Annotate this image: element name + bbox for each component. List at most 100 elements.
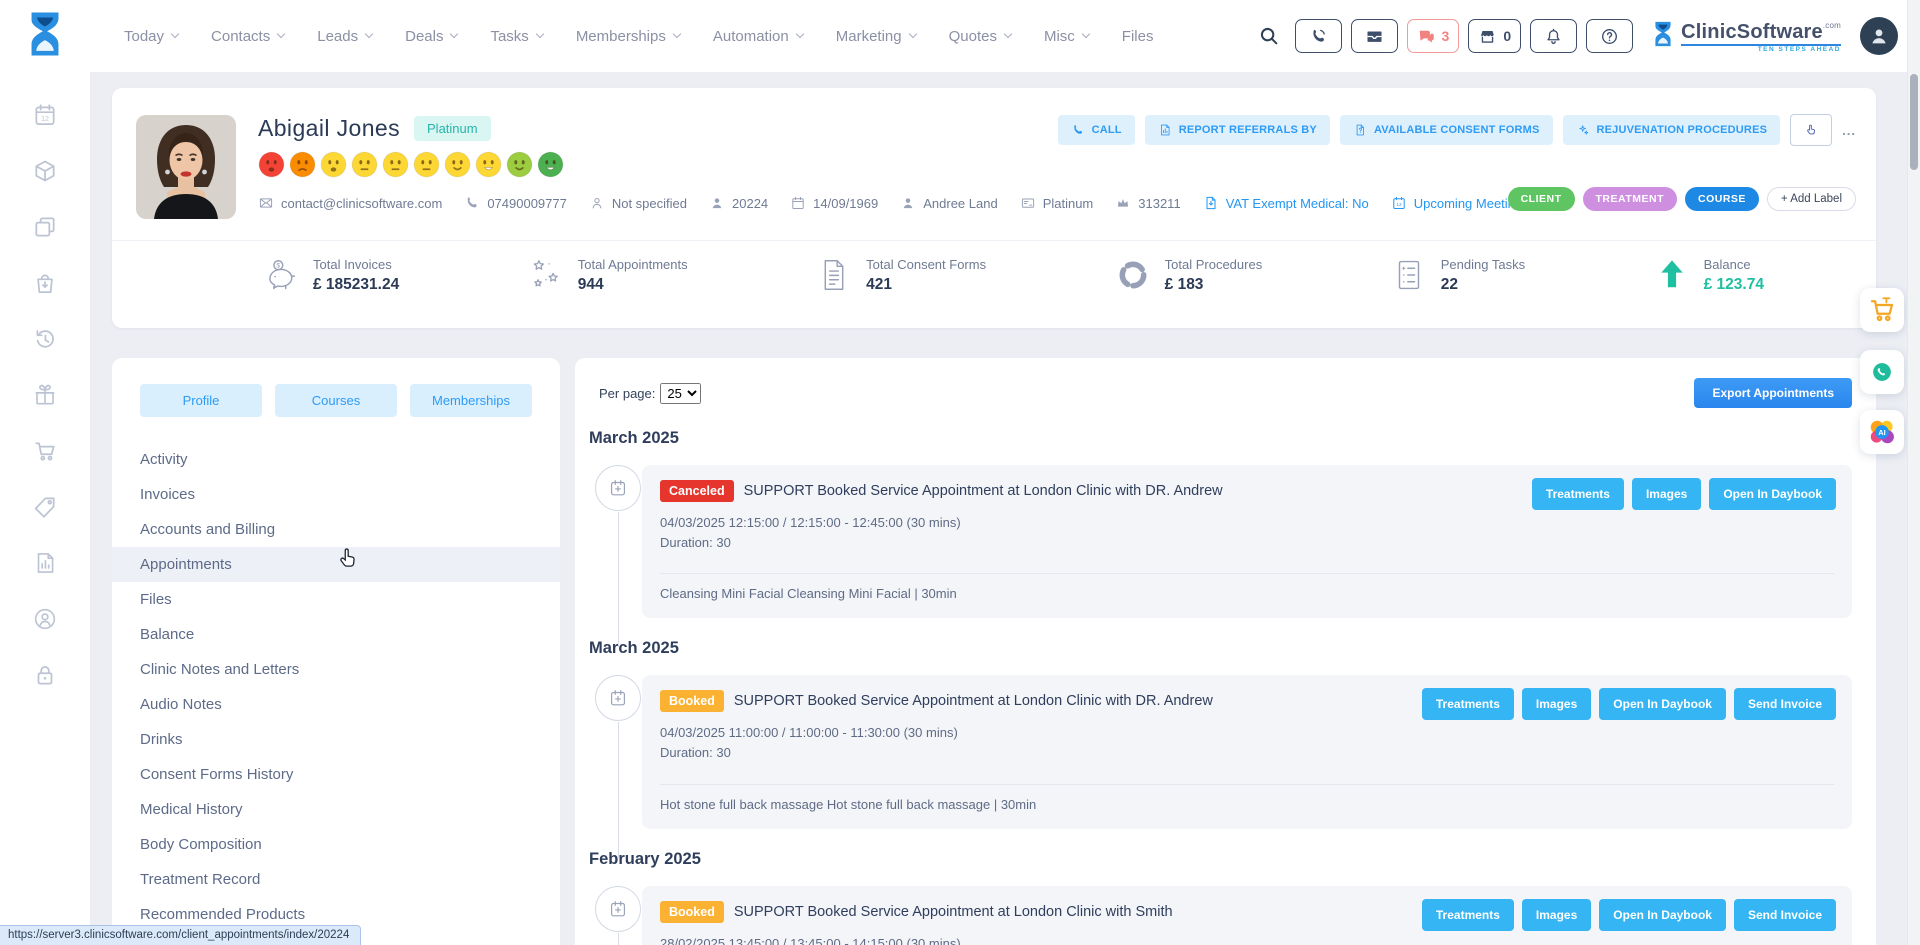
report-icon[interactable] (32, 550, 58, 576)
nav-item-files[interactable]: Files (1122, 28, 1154, 45)
top-navigation-bar: Today Contacts Leads Deals Tasks Memberships A… (90, 0, 1920, 72)
lock-icon[interactable] (32, 662, 58, 688)
satisfaction-emoji-1[interactable] (258, 151, 285, 178)
action-label: AVAILABLE CONSENT FORMS (1374, 124, 1540, 136)
client-detail[interactable]: VAT Exempt Medical: No (1203, 195, 1369, 211)
phone-button[interactable] (1295, 19, 1342, 53)
nav-item-misc[interactable]: Misc (1044, 28, 1089, 45)
client-name: Abigail Jones (258, 115, 400, 142)
copy-icon[interactable] (32, 214, 58, 240)
sidebar-item-activity[interactable]: Activity (140, 442, 532, 477)
client-tier-badge: Platinum (414, 116, 491, 141)
sidebar-item-consent-forms-history[interactable]: Consent Forms History (140, 757, 532, 792)
scrollbar-thumb[interactable] (1910, 74, 1918, 170)
images-button[interactable]: Images (1632, 478, 1701, 510)
action-label: SELECT (1808, 125, 1815, 134)
action-label: REPORT REFERRALS BY (1179, 124, 1317, 136)
floating-whatsapp-button[interactable] (1860, 350, 1904, 394)
stat-value: £ 123.74 (1704, 276, 1764, 293)
satisfaction-emoji-5[interactable] (382, 151, 409, 178)
treatments-button[interactable]: Treatments (1422, 688, 1514, 720)
sidebar-item-audio-notes[interactable]: Audio Notes (140, 687, 532, 722)
nav-item-memberships[interactable]: Memberships (576, 28, 680, 45)
user-avatar[interactable] (1860, 17, 1898, 55)
price-tag-icon[interactable] (32, 494, 58, 520)
satisfaction-emoji-8[interactable] (475, 151, 502, 178)
sidebar-item-medical-history[interactable]: Medical History (140, 792, 532, 827)
floating-ai-button[interactable]: AI (1860, 410, 1904, 454)
per-page-select[interactable]: 25 (660, 383, 701, 404)
images-button[interactable]: Images (1522, 899, 1591, 931)
stat-value: £ 183 (1165, 276, 1204, 293)
nav-item-marketing[interactable]: Marketing (836, 28, 916, 45)
stat-value: 22 (1441, 276, 1458, 293)
nav-item-deals[interactable]: Deals (405, 28, 457, 45)
help-button[interactable] (1586, 19, 1633, 53)
bell-button[interactable] (1530, 19, 1577, 53)
select-button[interactable]: SELECT (1790, 114, 1832, 146)
package-icon[interactable] (32, 158, 58, 184)
calendar-date-icon[interactable]: 12 (32, 102, 58, 128)
chevron-down-icon (795, 30, 803, 38)
sidebar-item-body-composition[interactable]: Body Composition (140, 827, 532, 862)
sidebar-item-invoices[interactable]: Invoices (140, 477, 532, 512)
sidebar-item-balance[interactable]: Balance (140, 617, 532, 652)
sidebar-item-clinic-notes-and-letters[interactable]: Clinic Notes and Letters (140, 652, 532, 687)
main-column: Today Contacts Leads Deals Tasks Memberships A… (90, 0, 1920, 945)
call-button[interactable]: CALL (1058, 115, 1135, 145)
floating-cart-button[interactable] (1860, 288, 1904, 332)
available-consent-forms-button[interactable]: AVAILABLE CONSENT FORMS (1340, 115, 1553, 145)
satisfaction-emoji-2[interactable] (289, 151, 316, 178)
open-in-daybook-button[interactable]: Open In Daybook (1709, 478, 1836, 510)
nav-item-tasks[interactable]: Tasks (490, 28, 542, 45)
satisfaction-emoji-10[interactable] (537, 151, 564, 178)
report-referrals-by-button[interactable]: REPORT REFERRALS BY (1145, 115, 1330, 145)
topbar-actions: 30 ClinicSoftware.com TEN STEPS AHEAD (1258, 17, 1898, 55)
member-icon[interactable] (32, 606, 58, 632)
nav-item-contacts[interactable]: Contacts (211, 28, 284, 45)
sidebar-item-files[interactable]: Files (140, 582, 532, 617)
treatments-button[interactable]: Treatments (1532, 478, 1624, 510)
sidebar-item-accounts-and-billing[interactable]: Accounts and Billing (140, 512, 532, 547)
images-button[interactable]: Images (1522, 688, 1591, 720)
page-scrollbar[interactable] (1907, 0, 1920, 945)
brand-tagline: TEN STEPS AHEAD (1681, 44, 1841, 54)
open-in-daybook-button[interactable]: Open In Daybook (1599, 688, 1726, 720)
history-icon[interactable] (32, 326, 58, 352)
sidebar-item-drinks[interactable]: Drinks (140, 722, 532, 757)
month-heading: February 2025 (589, 850, 1852, 869)
client-detail: 20224 (709, 195, 768, 211)
chat-button[interactable]: 3 (1407, 19, 1460, 53)
satisfaction-emoji-6[interactable] (413, 151, 440, 178)
add-label-button[interactable]: + Add Label (1767, 187, 1856, 211)
appointment-buttons: TreatmentsImagesOpen In DaybookSend Invo… (1422, 899, 1836, 931)
donut-icon (1114, 256, 1152, 294)
treatments-button[interactable]: Treatments (1422, 899, 1514, 931)
tab-courses[interactable]: Courses (275, 384, 397, 417)
tab-memberships[interactable]: Memberships (410, 384, 532, 417)
app-logo-icon[interactable] (21, 9, 69, 64)
gift-icon[interactable] (32, 382, 58, 408)
send-invoice-button[interactable]: Send Invoice (1734, 899, 1836, 931)
store-button[interactable]: 0 (1468, 19, 1521, 53)
tab-profile[interactable]: Profile (140, 384, 262, 417)
nav-item-automation[interactable]: Automation (713, 28, 803, 45)
bag-icon[interactable] (32, 270, 58, 296)
more-options-button[interactable]: ... (1842, 123, 1856, 138)
sidebar-item-appointments[interactable]: Appointments (112, 547, 560, 582)
satisfaction-emoji-9[interactable] (506, 151, 533, 178)
rejuvenation-procedures-button[interactable]: REJUVENATION PROCEDURES (1563, 115, 1781, 145)
inbox-button[interactable] (1351, 19, 1398, 53)
export-appointments-button[interactable]: Export Appointments (1694, 378, 1852, 408)
sidebar-item-treatment-record[interactable]: Treatment Record (140, 862, 532, 897)
satisfaction-emoji-7[interactable] (444, 151, 471, 178)
satisfaction-emoji-3[interactable] (320, 151, 347, 178)
open-in-daybook-button[interactable]: Open In Daybook (1599, 899, 1726, 931)
nav-item-quotes[interactable]: Quotes (949, 28, 1011, 45)
satisfaction-emoji-4[interactable] (351, 151, 378, 178)
cart-icon[interactable] (32, 438, 58, 464)
search-icon[interactable] (1258, 25, 1280, 47)
send-invoice-button[interactable]: Send Invoice (1734, 688, 1836, 720)
nav-item-leads[interactable]: Leads (317, 28, 372, 45)
nav-item-today[interactable]: Today (124, 28, 178, 45)
